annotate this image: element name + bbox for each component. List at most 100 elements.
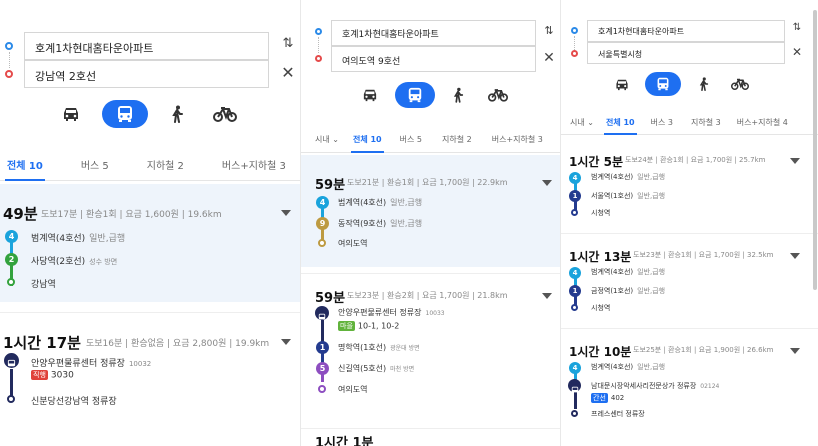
walk-mode-button[interactable]	[443, 82, 473, 108]
bus-stop-icon	[568, 379, 581, 393]
line-5-badge: 5	[316, 362, 329, 375]
bike-mode-button[interactable]	[206, 100, 244, 128]
destination-text: 강남역 2호선	[35, 70, 97, 83]
transit-mode-button[interactable]	[102, 100, 148, 128]
tab-bus[interactable]: 버스 3	[651, 117, 673, 134]
line-4-badge: 4	[316, 196, 329, 209]
walk-mode-button[interactable]	[160, 100, 194, 128]
car-mode-button[interactable]	[52, 100, 90, 128]
swap-icon[interactable]: ⇅	[542, 24, 556, 40]
tab-all[interactable]: 전체 10	[5, 157, 45, 181]
station-name: 사당역(2호선) 성수 방면	[31, 257, 118, 267]
bike-mode-button[interactable]	[481, 82, 515, 108]
route-line-segment	[574, 36, 576, 50]
car-icon	[616, 79, 628, 90]
route-time: 1시간 1분	[315, 436, 374, 446]
route-time: 59분	[315, 291, 346, 306]
route-card[interactable]: 1시간 17분 도보16분 | 환승없음 | 요금 2,800원 | 19.9k…	[0, 312, 300, 446]
bus-icon	[118, 106, 132, 122]
station-name: 명학역(1호선) 광운대 방면	[338, 343, 420, 352]
destination-input[interactable]: 여의도역 9호선	[331, 46, 536, 72]
scrollbar[interactable]	[813, 10, 817, 290]
car-mode-button[interactable]	[353, 82, 387, 108]
car-icon	[363, 89, 377, 102]
chevron-down-icon: ⌄	[587, 118, 594, 127]
tab-subway[interactable]: 지하철 2	[442, 134, 472, 152]
expand-caret-icon[interactable]	[542, 180, 552, 186]
route-card[interactable]: 59분 도보23분 | 환승2회 | 요금 1,700원 | 21.8km 안양…	[301, 273, 561, 424]
bicycle-icon	[488, 89, 508, 102]
walk-icon	[172, 105, 183, 123]
origin-input[interactable]: 호계1차현대홈타운아파트	[24, 32, 269, 60]
expand-caret-icon[interactable]	[281, 339, 291, 345]
origin-input[interactable]: 호계1차현대홈타운아파트	[331, 20, 536, 46]
station-name: 서울역(1호선) 일반,급행	[591, 192, 666, 200]
origin-marker-icon	[5, 42, 13, 50]
filter-dropdown[interactable]: 시내 ⌄	[315, 134, 339, 152]
filter-dropdown[interactable]: 시내 ⌄	[570, 117, 594, 134]
walk-icon	[699, 77, 708, 91]
route-card[interactable]: 1시간 1분	[301, 428, 561, 446]
route-card[interactable]: 49분 도보17분 | 환승1회 | 요금 1,600원 | 19.6km 4 …	[0, 184, 300, 302]
route-time: 49분	[3, 205, 38, 223]
close-icon[interactable]: ✕	[790, 44, 804, 60]
station-name: 범계역(4호선) 일반,급행	[31, 234, 126, 244]
arrival-station: 여의도역	[338, 385, 368, 394]
arrival-station: 프레스센터 정류장	[591, 410, 645, 418]
tab-subway[interactable]: 지하철 2	[147, 157, 184, 180]
tab-all[interactable]: 전체 10	[604, 117, 637, 135]
arrival-station: 여의도역	[338, 239, 368, 248]
bicycle-icon	[213, 107, 237, 122]
destination-input[interactable]: 서울특별시청	[587, 42, 785, 64]
route-summary: 도보17분 | 환승1회 | 요금 1,600원 | 19.6km	[41, 210, 222, 220]
route-card[interactable]: 1시간 13분 도보23분 | 환승1회 | 요금 1,700원 | 32.5k…	[561, 236, 818, 329]
transport-mode-bar	[607, 72, 755, 96]
walk-mode-button[interactable]	[689, 72, 717, 96]
tab-bus[interactable]: 버스 5	[400, 134, 422, 152]
swap-icon[interactable]: ⇅	[280, 36, 296, 54]
tab-all[interactable]: 전체 10	[351, 134, 384, 153]
route-panel-2: 호계1차현대홈타운아파트 여의도역 9호선 ⇅ ✕ 시내 ⌄ 전체 10 버스 …	[300, 0, 561, 446]
route-summary: 도보23분 | 환승1회 | 요금 1,700원 | 32.5km	[633, 251, 774, 259]
arrival-station: 시청역	[591, 209, 611, 217]
line-4-badge: 4	[569, 267, 581, 279]
expand-caret-icon[interactable]	[790, 348, 800, 354]
expand-caret-icon[interactable]	[790, 253, 800, 259]
transit-mode-button[interactable]	[395, 82, 435, 108]
arrival-marker-icon	[318, 239, 326, 247]
car-mode-button[interactable]	[607, 72, 637, 96]
route-card[interactable]: 1시간 5분 도보24분 | 환승1회 | 요금 1,700원 | 25.7km…	[561, 141, 818, 234]
line-1-badge: 1	[569, 285, 581, 297]
tab-subway[interactable]: 지하철 3	[691, 117, 721, 134]
transit-mode-button[interactable]	[645, 72, 681, 96]
route-time: 1시간 17분	[3, 334, 81, 352]
tab-bus-subway[interactable]: 버스+지하철 3	[222, 157, 286, 180]
origin-marker-icon	[315, 28, 322, 35]
close-icon[interactable]: ✕	[280, 64, 296, 82]
expand-caret-icon[interactable]	[281, 210, 291, 216]
destination-input[interactable]: 강남역 2호선	[24, 60, 269, 88]
line-4-badge: 4	[569, 172, 581, 184]
bus-stop-icon	[315, 306, 329, 320]
origin-input[interactable]: 호계1차현대홈타운아파트	[587, 20, 785, 42]
tab-bus-subway[interactable]: 버스+지하철 3	[492, 134, 543, 152]
arrival-station: 신분당선강남역 정류장	[31, 397, 117, 407]
route-summary: 도보23분 | 환승2회 | 요금 1,700원 | 21.8km	[347, 291, 508, 300]
arrival-marker-icon	[7, 395, 15, 403]
route-card[interactable]: 59분 도보21분 | 환승1회 | 요금 1,700원 | 22.9km 4 …	[301, 155, 561, 267]
destination-text: 서울특별시청	[598, 50, 643, 59]
origin-text: 호계1차현대홈타운아파트	[35, 42, 154, 55]
route-time: 59분	[315, 178, 346, 193]
swap-icon[interactable]: ⇅	[790, 22, 804, 38]
tab-bus-subway[interactable]: 버스+지하철 4	[737, 117, 788, 134]
expand-caret-icon[interactable]	[542, 293, 552, 299]
line-9-badge: 9	[316, 217, 329, 230]
tab-bus[interactable]: 버스 5	[81, 157, 109, 180]
station-name: 금정역(1호선) 일반,급행	[591, 287, 666, 295]
expand-caret-icon[interactable]	[790, 158, 800, 164]
route-card[interactable]: 1시간 10분 도보25분 | 환승1회 | 요금 1,900원 | 26.6k…	[561, 331, 818, 431]
station-name: 신길역(5호선) 마천 방면	[338, 364, 415, 373]
destination-text: 여의도역 9호선	[342, 57, 401, 67]
close-icon[interactable]: ✕	[542, 50, 556, 66]
bike-mode-button[interactable]	[725, 72, 755, 96]
